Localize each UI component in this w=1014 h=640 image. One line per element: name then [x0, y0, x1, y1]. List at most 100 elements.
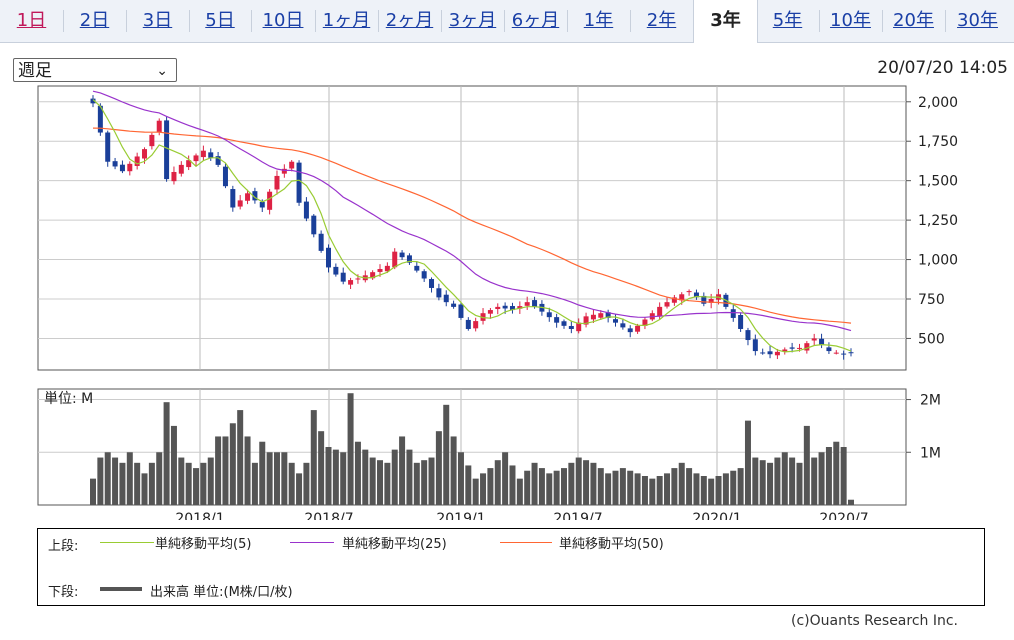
volume-bar: [781, 452, 788, 505]
volume-bar: [288, 462, 295, 505]
volume-bar: [560, 468, 567, 505]
volume-bar: [134, 462, 141, 505]
candle-body: [134, 156, 140, 166]
candle-body: [340, 272, 346, 282]
candle-body: [325, 247, 331, 268]
candle-body: [193, 155, 199, 162]
candle-body: [171, 171, 177, 182]
volume-bar: [354, 441, 361, 505]
volume-bar: [700, 476, 707, 505]
volume-bar: [502, 452, 509, 505]
volume-bar: [664, 473, 671, 505]
candle-body: [274, 175, 280, 190]
volume-bar: [465, 465, 472, 505]
candle-body: [399, 252, 405, 258]
candle-body: [635, 325, 641, 332]
candle-body: [222, 166, 228, 187]
volume-bar: [318, 431, 325, 505]
volume-bar: [303, 462, 310, 505]
volume-bar: [237, 410, 244, 505]
volume-bar: [722, 473, 729, 505]
candle-body: [760, 352, 766, 354]
candle-body: [303, 201, 309, 219]
candle-body: [796, 347, 802, 349]
volume-bar: [450, 436, 457, 505]
candle-body: [598, 313, 604, 318]
candle-body: [487, 310, 493, 314]
volume-bar: [509, 465, 516, 505]
volume-bar: [273, 452, 280, 505]
volume-bar: [340, 452, 347, 505]
volume-bar: [678, 462, 685, 505]
volume-bar: [546, 473, 553, 505]
volume-bar: [296, 473, 303, 505]
candle-body: [333, 266, 339, 275]
x-tick-label: 2020/7: [819, 511, 868, 520]
volume-bar: [413, 462, 420, 505]
candle-body: [502, 305, 508, 309]
volume-bar: [185, 462, 192, 505]
volume-bar: [193, 468, 200, 505]
candle-body: [473, 321, 479, 329]
candle-body: [532, 300, 538, 307]
candle-body: [164, 120, 170, 180]
volume-bar: [708, 478, 715, 505]
volume-bar: [671, 468, 678, 505]
volume-bar: [141, 473, 148, 505]
candle-body: [377, 269, 383, 272]
volume-bar: [487, 468, 494, 505]
candle-body: [841, 353, 847, 355]
volume-bar: [767, 462, 774, 505]
volume-bar: [126, 452, 133, 505]
volume-bar: [516, 478, 523, 505]
candle-body: [554, 317, 560, 323]
legend-ma5-swatch: [100, 542, 154, 543]
volume-bar: [686, 468, 693, 505]
price-tick-label: 1,750: [918, 134, 958, 150]
candle-body: [259, 201, 265, 208]
volume-bar: [369, 457, 376, 505]
candle-body: [443, 294, 449, 303]
volume-bar: [435, 431, 442, 505]
volume-bar: [421, 460, 428, 505]
candle-body: [451, 303, 457, 307]
candle-body: [119, 164, 125, 172]
volume-bar: [634, 473, 641, 505]
x-tick-label: 2019/7: [553, 511, 602, 520]
volume-bar: [480, 473, 487, 505]
candle-body: [355, 278, 361, 280]
x-tick-label: 2018/7: [304, 511, 353, 520]
volume-bar: [325, 447, 332, 505]
candle-body: [230, 189, 236, 208]
candle-body: [112, 161, 118, 167]
candle-body: [752, 339, 758, 352]
candle-body: [429, 279, 435, 288]
candle-body: [436, 288, 442, 298]
candle-body: [546, 312, 552, 318]
volume-bar: [112, 457, 119, 505]
candle-body: [245, 193, 251, 201]
volume-bar: [568, 462, 575, 505]
volume-bar: [472, 478, 479, 505]
candle-body: [730, 309, 736, 318]
volume-bar: [818, 452, 825, 505]
price-tick-label: 2,000: [918, 95, 958, 111]
volume-bar: [641, 476, 648, 505]
candle-body: [590, 314, 596, 320]
candle-body: [465, 319, 471, 329]
volume-bar: [207, 457, 214, 505]
volume-bar: [715, 476, 722, 505]
volume-bar: [789, 457, 796, 505]
volume-bar: [583, 460, 590, 505]
volume-bar: [384, 462, 391, 505]
copyright-credit: (c)Ouants Research Inc.: [790, 613, 958, 629]
candle-body: [392, 251, 398, 268]
volume-bar: [229, 423, 236, 505]
candle-body: [200, 150, 206, 158]
volume-bar: [251, 462, 258, 505]
volume-bar: [391, 449, 398, 505]
price-tick-label: 500: [918, 331, 945, 347]
candle-body: [495, 306, 501, 310]
stock-chart: 2018/1 2018/7 2019/1 2019/7 2020/1 2020/7 2,00…: [37, 85, 958, 520]
candle-body: [738, 315, 744, 329]
